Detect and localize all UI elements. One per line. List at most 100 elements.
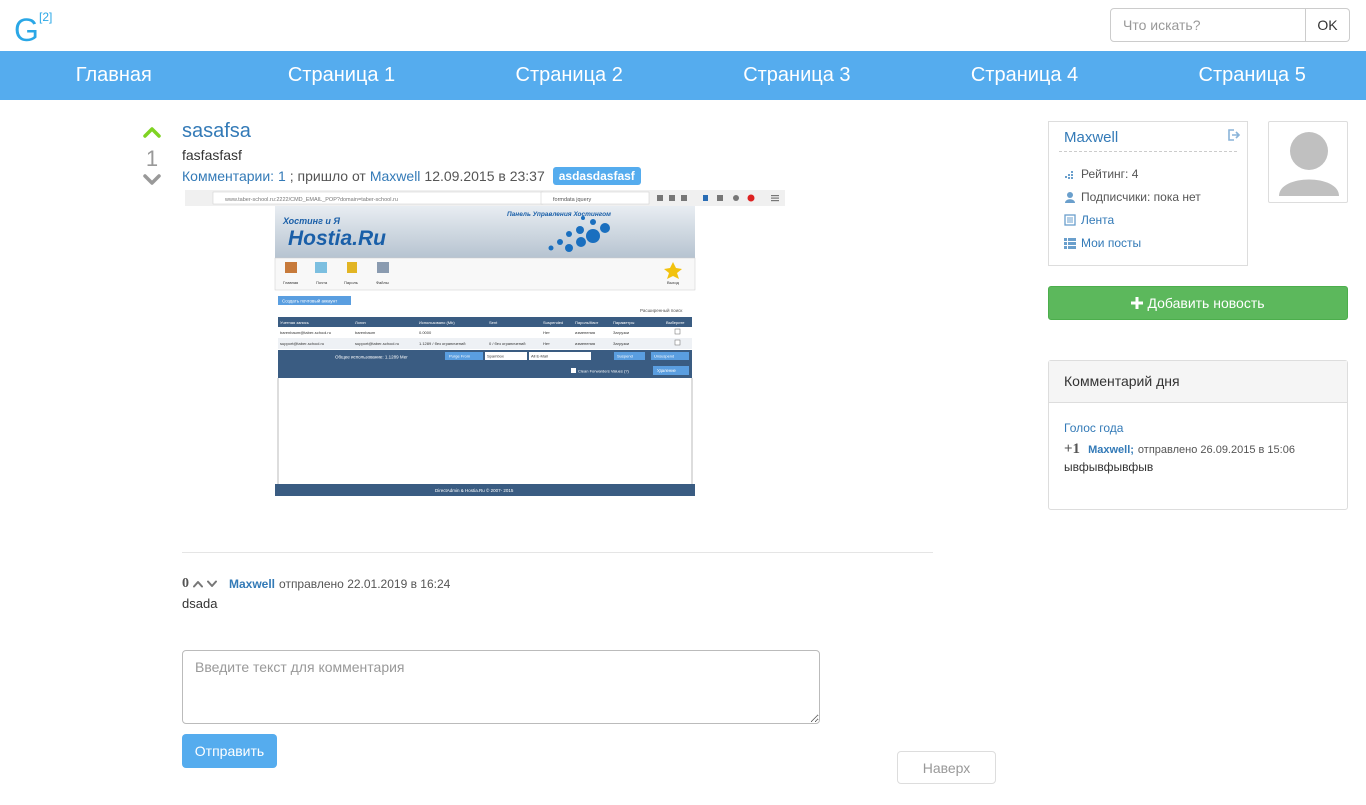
screenshot-total: Общее использование: 1.1289 Мег	[335, 355, 408, 360]
submit-comment-button[interactable]: Отправить	[182, 734, 277, 768]
profile-rating: Рейтинг: 4	[1064, 167, 1138, 181]
profile-subscribers: Подписчики: пока нет	[1064, 190, 1201, 204]
comment-of-day-text: ывфывфывфыв	[1064, 460, 1154, 474]
screenshot-r0-c6: Загрузки	[613, 330, 629, 335]
screenshot-r1-c3: 0 / без ограничений	[489, 341, 525, 346]
screenshot-r1-c1: support@taber-school.ru	[355, 341, 399, 346]
screenshot-col-1: Логин	[355, 320, 366, 325]
screenshot-tool-mail: Почта	[316, 280, 328, 285]
screenshot-footer: DirectAdmin & Hostia.Ru © 2007- 2015	[435, 487, 514, 493]
nav-item-home[interactable]: Главная	[0, 51, 228, 100]
comment-header: 0 Maxwell отправлено 22.01.2019 в 16:24	[182, 576, 450, 592]
logo-letter: G	[14, 12, 39, 48]
comment-textarea[interactable]	[182, 650, 820, 724]
comment-of-day-post-link[interactable]: Голос года	[1064, 421, 1123, 435]
comments-link[interactable]: Комментарии: 1	[182, 168, 286, 184]
screenshot-r0-c5: изменения	[575, 330, 595, 335]
screenshot-purge: Purge From	[449, 354, 471, 359]
screenshot-r0-c4: Нет	[543, 330, 550, 335]
comment-author-link[interactable]: Maxwell	[229, 577, 275, 591]
back-to-top-button[interactable]: Наверх	[897, 751, 996, 784]
screenshot-tool-password: Пароль	[344, 280, 358, 285]
screenshot-brand: Hostia.Ru	[288, 227, 386, 250]
subscribers-text: Подписчики: пока нет	[1081, 190, 1201, 204]
search-input[interactable]	[1110, 8, 1306, 42]
avatar-placeholder-icon	[1279, 132, 1339, 196]
screenshot-r1-c0: support@taber-school.ru	[280, 341, 324, 346]
nav-item-page-2[interactable]: Страница 2	[455, 51, 683, 100]
screenshot-tool-exit: Выход	[667, 280, 680, 285]
comment-text: dsada	[182, 596, 218, 611]
comment-of-day-score: +1	[1064, 441, 1081, 457]
profile-my-posts-row: Мои посты	[1064, 236, 1141, 250]
search-button[interactable]: OK	[1306, 8, 1350, 42]
post-date: 12.09.2015 в 23:37	[424, 168, 545, 184]
screenshot-create-button: Создать почтовый аккаунт	[282, 298, 337, 304]
post-divider	[182, 552, 933, 553]
comment-upvote-icon[interactable]	[193, 580, 203, 588]
comment-downvote-icon[interactable]	[207, 580, 217, 588]
main-navbar: Главная Страница 1 Страница 2 Страница 3…	[0, 51, 1366, 100]
screenshot-r0-c0: barenbaum@taber-school.ru	[280, 330, 331, 335]
screenshot-r1-c5: изменения	[575, 341, 595, 346]
post-meta: Комментарии: 1; пришло от Maxwell 12.09.…	[182, 167, 641, 185]
screenshot-url: www.taber-school.ru:2222/CMD_EMAIL_POP?d…	[224, 197, 398, 203]
screenshot-delete: Удаление	[657, 368, 677, 373]
post-image: www.taber-school.ru:2222/CMD_EMAIL_POP?d…	[185, 190, 785, 496]
screenshot-advanced: Расширенный поиск	[640, 307, 682, 313]
comment-sent: отправлено 22.01.2019 в 16:24	[279, 577, 451, 591]
add-news-button[interactable]: Добавить новость	[1048, 286, 1348, 320]
screenshot-r1-c6: Загрузки	[613, 341, 629, 346]
logout-icon[interactable]	[1227, 129, 1241, 141]
list-icon	[1064, 237, 1076, 249]
comment-score: 0	[182, 576, 189, 591]
feed-icon	[1064, 214, 1076, 226]
logo-superscript: [2]	[39, 10, 53, 24]
screenshot-panel-title: Панель Управления Хостингом	[507, 211, 611, 218]
comment-of-day-panel: Комментарий дня Голос года +1 Maxwell; о…	[1048, 360, 1348, 510]
sent-from-label: ; пришло от	[289, 168, 366, 184]
screenshot-unsuspend: Unsuspend	[654, 354, 674, 359]
downvote-icon[interactable]	[143, 174, 161, 186]
feed-link[interactable]: Лента	[1081, 213, 1114, 227]
upvote-icon[interactable]	[143, 126, 161, 138]
my-posts-link[interactable]: Мои посты	[1081, 236, 1141, 250]
comment-of-day-title: Комментарий дня	[1049, 361, 1347, 403]
rating-text: Рейтинг: 4	[1081, 167, 1139, 181]
screenshot-col-3: Sent	[489, 320, 498, 325]
screenshot-spambox: Spambox	[487, 354, 504, 359]
profile-username[interactable]: Maxwell	[1064, 129, 1118, 146]
screenshot-r1-c2: 1.1289 / без ограничений	[419, 341, 465, 346]
nav-item-page-5[interactable]: Страница 5	[1138, 51, 1366, 100]
nav-item-page-4[interactable]: Страница 4	[911, 51, 1139, 100]
avatar[interactable]	[1268, 121, 1348, 203]
post-author-link[interactable]: Maxwell	[370, 168, 421, 184]
rating-icon	[1065, 170, 1073, 179]
screenshot-search: formdata jquery	[553, 197, 591, 203]
screenshot-r1-c4: Нет	[543, 341, 550, 346]
comment-of-day-author[interactable]: Maxwell;	[1088, 444, 1134, 456]
screenshot-col-2: Использовано (Mb)	[419, 320, 455, 325]
profile-panel: Maxwell Рейтинг: 4 Подписчики: пока нет …	[1048, 121, 1248, 266]
screenshot-col-5: Пароль/Квот	[575, 320, 599, 325]
plus-icon	[1131, 297, 1144, 309]
add-news-label: Добавить новость	[1147, 295, 1265, 311]
comment-of-day-meta: +1 Maxwell; отправлено 26.09.2015 в 15:0…	[1064, 441, 1295, 458]
post-score: 1	[145, 146, 159, 171]
profile-feed-row: Лента	[1064, 213, 1114, 227]
site-logo[interactable]: G [2]	[14, 6, 74, 46]
nav-item-page-1[interactable]: Страница 1	[228, 51, 456, 100]
nav-item-page-3[interactable]: Страница 3	[683, 51, 911, 100]
profile-divider	[1059, 151, 1237, 152]
screenshot-r0-c2: 0.0000	[419, 330, 432, 335]
screenshot-all-email: All E-Mail	[531, 354, 548, 359]
screenshot-suspend: Suspend	[617, 354, 633, 359]
screenshot-tagline: Хостинг и Я	[282, 216, 340, 226]
post-title[interactable]: sasafsa	[182, 120, 251, 143]
screenshot-tool-home: Главная	[283, 280, 298, 285]
post-tag-badge[interactable]: asdasdasfasf	[552, 167, 641, 185]
post-body: fasfasfasf	[182, 147, 242, 163]
screenshot-col-0: Учетная запись	[280, 320, 309, 325]
screenshot-col-6: Параметры	[613, 320, 634, 325]
screenshot-r0-c1: barenbaum	[355, 330, 376, 335]
